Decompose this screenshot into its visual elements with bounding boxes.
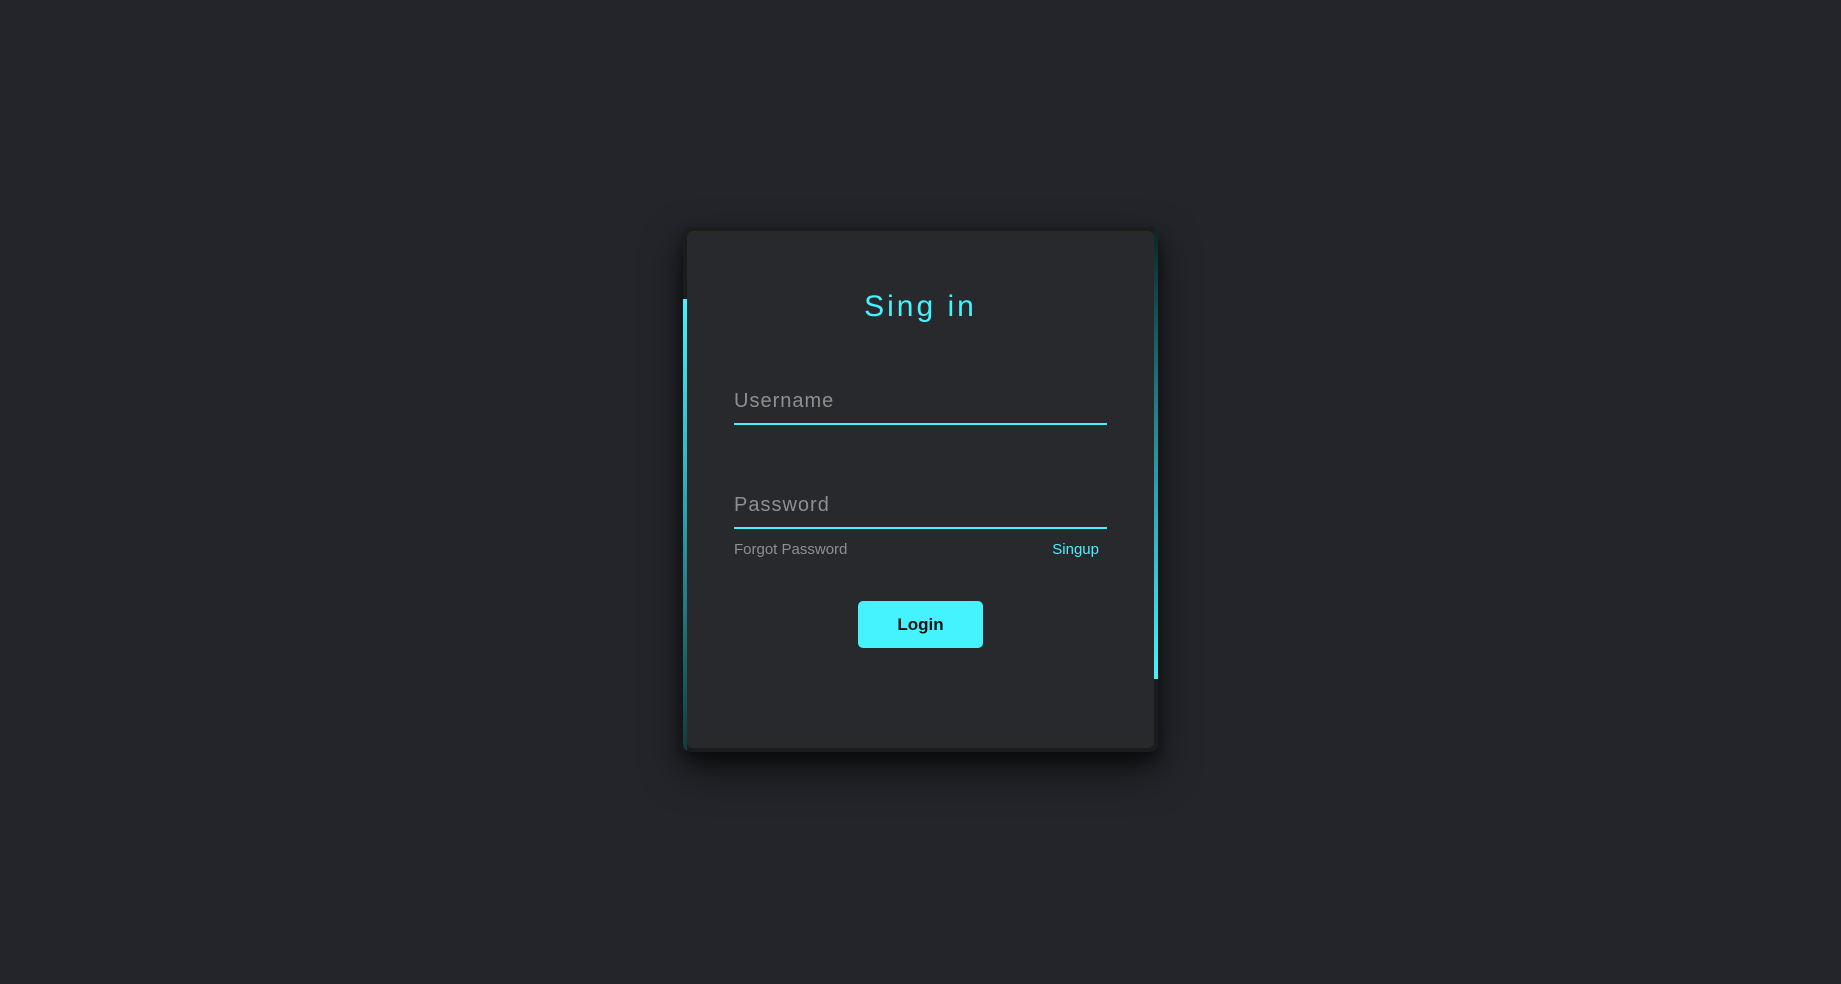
form-title: Sing in xyxy=(864,290,977,323)
forgot-password-link[interactable]: Forgot Password xyxy=(734,541,847,559)
signup-link[interactable]: Singup xyxy=(1052,541,1099,559)
signin-form: Sing in Forgot Password Singup Login xyxy=(687,231,1154,748)
username-underline xyxy=(734,423,1107,425)
username-field xyxy=(734,381,1107,425)
password-underline xyxy=(734,527,1107,529)
password-input[interactable] xyxy=(734,485,1107,525)
password-field xyxy=(734,485,1107,529)
form-links: Forgot Password Singup xyxy=(734,541,1107,559)
page-background: Sing in Forgot Password Singup Login xyxy=(0,0,1841,984)
right-glow-border xyxy=(1154,227,1158,679)
username-input[interactable] xyxy=(734,381,1107,421)
login-card: Sing in Forgot Password Singup Login xyxy=(683,227,1158,752)
button-row: Login xyxy=(734,601,1107,648)
login-button[interactable]: Login xyxy=(858,601,983,648)
